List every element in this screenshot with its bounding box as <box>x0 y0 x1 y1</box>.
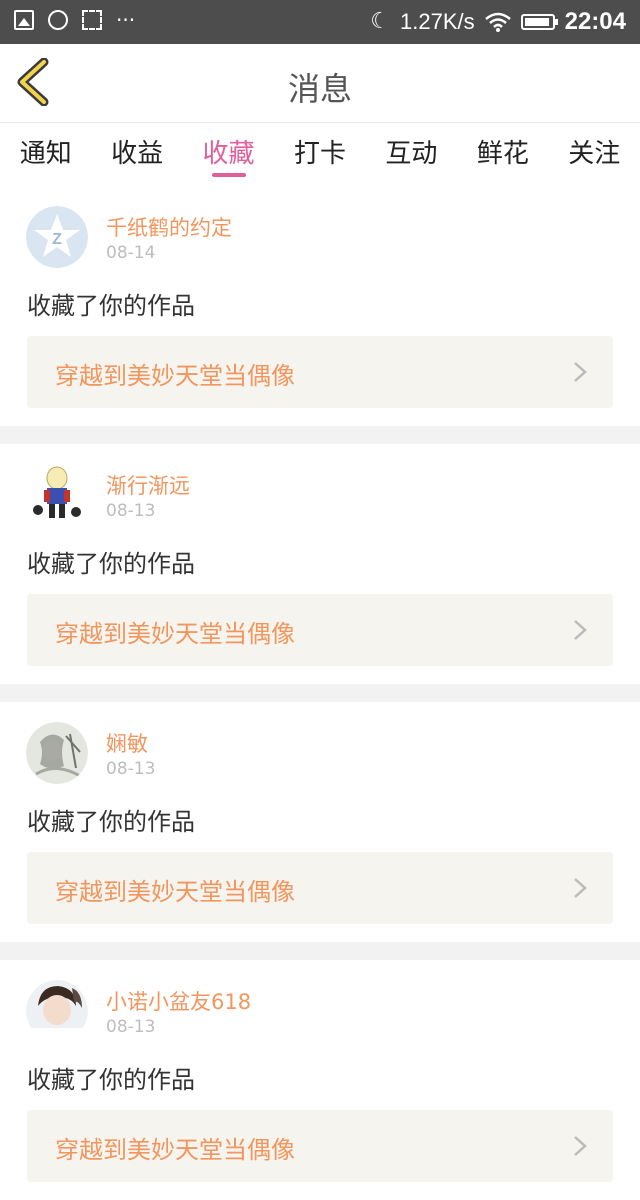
work-title: 穿越到美妙天堂当偶像 <box>55 620 295 648</box>
image-icon <box>14 10 34 30</box>
avatar[interactable] <box>26 980 88 1042</box>
tab-interactions[interactable]: 互动 <box>366 123 457 181</box>
action-text: 收藏了你的作品 <box>27 550 195 578</box>
list-item: 渐行渐远 08-13 收藏了你的作品 穿越到美妙天堂当偶像 <box>0 444 640 684</box>
chevron-right-icon <box>574 1136 587 1156</box>
tab-notifications[interactable]: 通知 <box>0 123 91 181</box>
svg-text:Z: Z <box>52 231 62 248</box>
action-text: 收藏了你的作品 <box>27 292 195 320</box>
divider <box>0 426 640 444</box>
message-date: 08-14 <box>106 243 156 263</box>
message-date: 08-13 <box>106 501 156 521</box>
avatar[interactable]: Z <box>26 206 88 268</box>
divider <box>0 942 640 960</box>
avatar[interactable] <box>26 722 88 784</box>
chat-icon <box>48 10 68 30</box>
moon-icon: ☾ <box>370 9 390 34</box>
clock: 22:04 <box>564 8 626 35</box>
list-item: 娴敏 08-13 收藏了你的作品 穿越到美妙天堂当偶像 <box>0 702 640 942</box>
chevron-right-icon <box>574 878 587 898</box>
tab-earnings[interactable]: 收益 <box>91 123 182 181</box>
chevron-right-icon <box>574 620 587 640</box>
username[interactable]: 娴敏 <box>106 728 148 758</box>
top-nav-bar: 消息 <box>0 44 640 123</box>
message-list: Z 千纸鹤的约定 08-14 收藏了你的作品 穿越到美妙天堂当偶像 渐行渐远 0… <box>0 186 640 1200</box>
notification-icons: ··· <box>14 10 135 30</box>
divider <box>0 684 640 702</box>
action-text: 收藏了你的作品 <box>27 1066 195 1094</box>
list-item: Z 千纸鹤的约定 08-14 收藏了你的作品 穿越到美妙天堂当偶像 <box>0 186 640 426</box>
tab-bar: 通知 收益 收藏 打卡 互动 鲜花 关注 <box>0 123 640 181</box>
net-speed: 1.27K/s <box>400 9 475 34</box>
avatar[interactable] <box>26 464 88 526</box>
work-title: 穿越到美妙天堂当偶像 <box>55 1136 295 1164</box>
list-item: 小诺小盆友618 08-13 收藏了你的作品 穿越到美妙天堂当偶像 <box>0 960 640 1200</box>
more-dots-icon: ··· <box>116 8 136 32</box>
status-bar: ··· ☾ 1.27K/s 22:04 <box>0 0 640 44</box>
screenshot-icon <box>82 10 102 30</box>
work-title: 穿越到美妙天堂当偶像 <box>55 362 295 390</box>
username[interactable]: 千纸鹤的约定 <box>106 212 232 242</box>
wifi-icon <box>484 12 511 32</box>
work-link[interactable]: 穿越到美妙天堂当偶像 <box>27 336 613 408</box>
page-title: 消息 <box>287 70 352 108</box>
work-link[interactable]: 穿越到美妙天堂当偶像 <box>27 1110 613 1182</box>
action-text: 收藏了你的作品 <box>27 808 195 836</box>
username[interactable]: 渐行渐远 <box>106 470 190 500</box>
chevron-right-icon <box>574 362 587 382</box>
work-link[interactable]: 穿越到美妙天堂当偶像 <box>27 852 613 924</box>
message-date: 08-13 <box>106 759 156 779</box>
tab-checkin[interactable]: 打卡 <box>274 123 365 181</box>
tab-favorites[interactable]: 收藏 <box>183 123 274 181</box>
tab-following[interactable]: 关注 <box>549 123 640 181</box>
work-link[interactable]: 穿越到美妙天堂当偶像 <box>27 594 613 666</box>
username[interactable]: 小诺小盆友618 <box>106 986 251 1016</box>
battery-icon <box>520 14 558 30</box>
work-title: 穿越到美妙天堂当偶像 <box>55 878 295 906</box>
message-date: 08-13 <box>106 1017 156 1037</box>
tab-flowers[interactable]: 鲜花 <box>457 123 548 181</box>
